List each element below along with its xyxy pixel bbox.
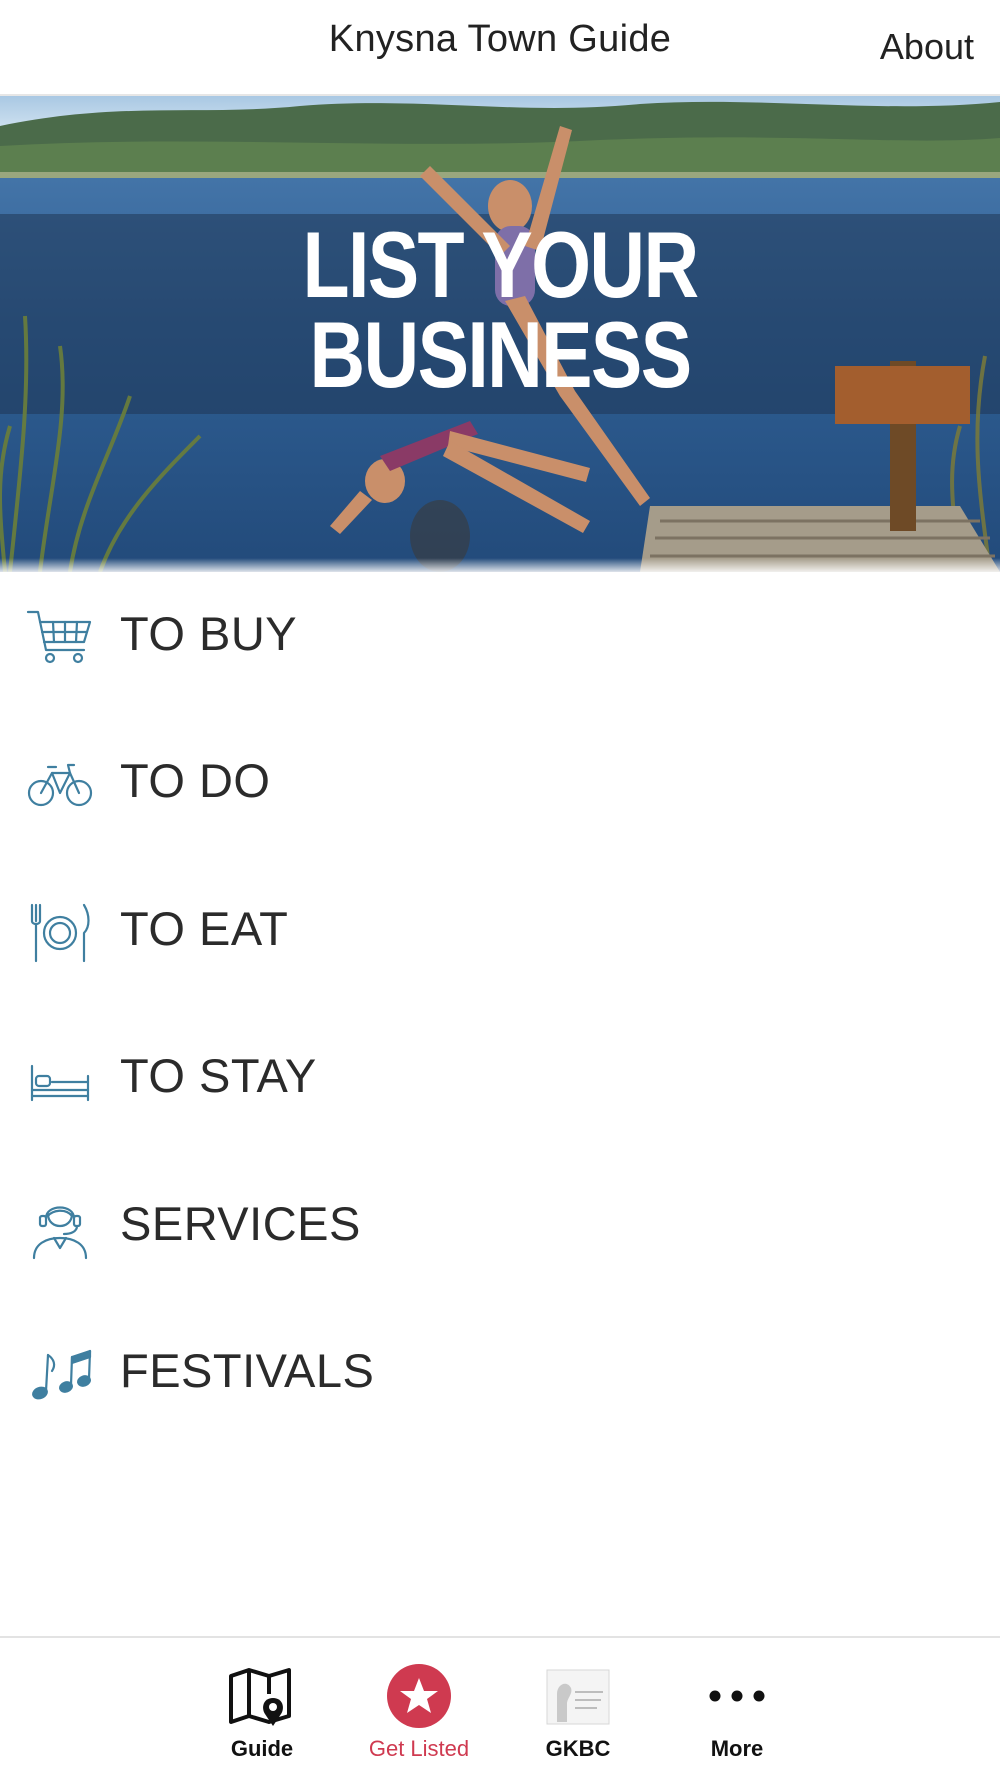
list-your-business-banner[interactable]: LIST YOUR BUSINESS xyxy=(0,96,1000,572)
menu-item-label: SERVICES xyxy=(120,1196,361,1250)
app-title: Knysna Town Guide xyxy=(328,18,672,60)
menu-item-label: TO DO xyxy=(120,754,271,808)
banner-headline-line2: BUSINESS xyxy=(309,302,693,407)
star-icon xyxy=(387,1664,451,1728)
menu-item-label: TO STAY xyxy=(120,1049,317,1103)
banner-fade xyxy=(0,558,1000,572)
tab-get-listed[interactable]: Get Listed xyxy=(344,1664,494,1774)
bicycle-icon xyxy=(27,764,93,807)
gkbc-logo-icon xyxy=(546,1669,610,1725)
menu-item-festivals[interactable]: FESTIVALS xyxy=(0,1309,1000,1456)
tab-gkbc[interactable]: GKBC xyxy=(503,1664,653,1774)
menu-item-to-eat[interactable]: TO EAT xyxy=(0,867,1000,1014)
menu-item-label: TO BUY xyxy=(120,607,298,660)
support-agent-icon xyxy=(32,1205,88,1259)
menu-item-label: TO EAT xyxy=(120,901,289,955)
tab-more[interactable]: More xyxy=(662,1664,812,1774)
bottom-tab-bar: Guide Get Listed GKBC More xyxy=(0,1636,1000,1778)
tab-guide[interactable]: Guide xyxy=(187,1664,337,1774)
menu-item-to-stay[interactable]: TO STAY xyxy=(0,1014,1000,1161)
menu-item-services[interactable]: SERVICES xyxy=(0,1162,1000,1309)
menu-item-label: FESTIVALS xyxy=(120,1343,375,1397)
top-header: Knysna Town Guide About xyxy=(0,0,1000,96)
fork-plate-knife-icon xyxy=(30,903,90,962)
tab-label: Guide xyxy=(230,1736,294,1761)
banner-headline-line1: LIST YOUR xyxy=(302,212,700,317)
bed-icon xyxy=(30,1065,90,1102)
about-link[interactable]: About xyxy=(880,26,974,68)
music-notes-icon xyxy=(32,1349,92,1400)
menu-item-to-do[interactable]: TO DO xyxy=(0,719,1000,866)
menu-item-to-buy[interactable]: TO BUY xyxy=(0,572,1000,719)
tab-label: Get Listed xyxy=(368,1736,470,1761)
tab-label: More xyxy=(710,1736,764,1761)
map-pin-icon xyxy=(229,1668,291,1726)
banner-headline: LIST YOUR BUSINESS xyxy=(90,212,910,407)
tab-label: GKBC xyxy=(545,1736,611,1761)
shopping-cart-icon xyxy=(26,610,92,664)
more-dots-icon xyxy=(709,1690,765,1702)
category-menu: TO BUY TO DO TO EAT TO STAY SERVICES FES… xyxy=(0,572,1000,1456)
